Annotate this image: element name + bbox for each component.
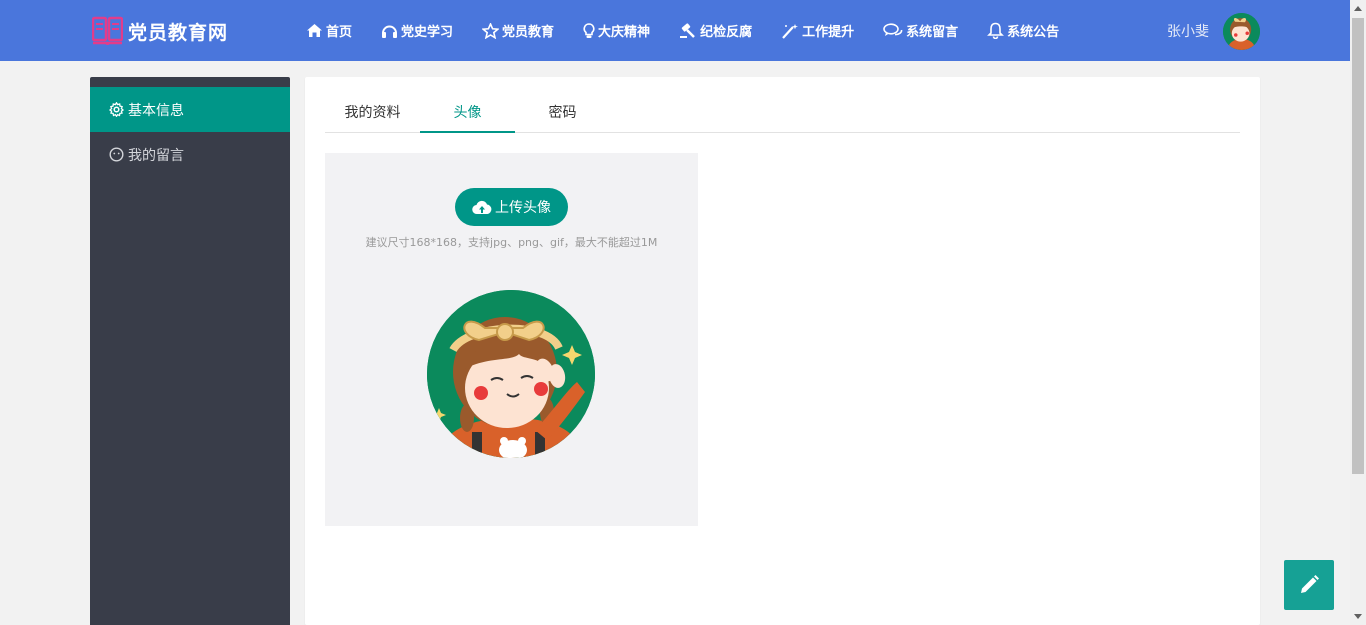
upload-button-label: 上传头像	[495, 200, 551, 216]
site-logo[interactable]: 党员教育网	[92, 16, 228, 46]
tab-my-profile[interactable]: 我的资料	[325, 95, 420, 132]
nav-item-anti-corruption[interactable]: 纪检反腐	[679, 21, 752, 40]
sidebar: 基本信息 我的留言	[90, 77, 290, 625]
nav-label: 首页	[326, 25, 353, 40]
gear-icon	[109, 102, 124, 117]
comments-icon	[883, 23, 903, 36]
sidebar-item-my-messages[interactable]: 我的留言	[90, 132, 290, 177]
star-icon	[482, 22, 500, 39]
user-name: 张小斐	[1167, 24, 1209, 40]
user-menu[interactable]: 张小斐	[1167, 12, 1260, 50]
floating-edit-button[interactable]	[1284, 560, 1334, 610]
top-navbar: 党员教育网 首页 党史学习 党员教育 大庆精神 纪检反腐 工作提升 系统留言 系…	[0, 0, 1350, 61]
bell-icon	[987, 22, 1005, 39]
face-icon	[109, 147, 124, 162]
nav-item-party-history[interactable]: 党史学习	[381, 21, 453, 40]
nav-item-work-improvement[interactable]: 工作提升	[781, 21, 854, 40]
nav-label: 工作提升	[802, 25, 855, 40]
gavel-icon	[680, 22, 695, 38]
nav-item-member-education[interactable]: 党员教育	[482, 21, 554, 40]
nav-item-messages[interactable]: 系统留言	[883, 21, 958, 40]
avatar-illustration-icon	[1223, 12, 1260, 50]
tab-password[interactable]: 密码	[515, 95, 610, 132]
nav-label: 党员教育	[502, 25, 555, 40]
site-title: 党员教育网	[128, 21, 229, 44]
avatar-illustration-icon	[427, 290, 595, 458]
nav-label: 纪检反腐	[700, 25, 753, 40]
book-logo-icon	[92, 16, 123, 45]
sidebar-item-label: 我的留言	[128, 147, 184, 164]
nav-label: 党史学习	[401, 25, 454, 40]
cloud-upload-icon	[472, 200, 492, 214]
magic-wand-icon	[782, 23, 799, 39]
scroll-thumb[interactable]	[1352, 18, 1364, 474]
profile-tabs: 我的资料 头像 密码	[325, 95, 1240, 133]
current-avatar-image	[427, 290, 595, 458]
sidebar-item-label: 基本信息	[128, 102, 184, 119]
nav-label: 系统公告	[1007, 25, 1060, 40]
nav-item-announcements[interactable]: 系统公告	[987, 21, 1059, 40]
home-icon	[307, 24, 322, 37]
lightbulb-icon	[583, 22, 595, 38]
scroll-down-arrow-icon[interactable]	[1350, 608, 1366, 625]
scroll-up-arrow-icon[interactable]	[1350, 0, 1366, 17]
nav-item-daqing-spirit[interactable]: 大庆精神	[583, 21, 650, 40]
main-panel: 我的资料 头像 密码 上传头像 建议尺寸168*168，支持jpg、png、gi…	[305, 77, 1260, 625]
nav-label: 系统留言	[906, 25, 959, 40]
upload-hint: 建议尺寸168*168，支持jpg、png、gif，最大不能超过1M	[365, 236, 658, 249]
avatar-upload-area: 上传头像 建议尺寸168*168，支持jpg、png、gif，最大不能超过1M	[325, 153, 698, 526]
nav-item-home[interactable]: 首页	[306, 21, 352, 40]
headphones-icon	[382, 25, 398, 38]
page-scrollbar[interactable]	[1350, 0, 1366, 625]
pencil-icon	[1301, 575, 1319, 593]
upload-avatar-button[interactable]: 上传头像	[455, 188, 568, 226]
sidebar-item-basic-info[interactable]: 基本信息	[90, 87, 290, 132]
tab-avatar[interactable]: 头像	[420, 95, 515, 133]
nav-label: 大庆精神	[598, 25, 651, 40]
main-nav: 首页 党史学习 党员教育 大庆精神 纪检反腐 工作提升 系统留言 系统公告	[306, 0, 1088, 61]
user-avatar[interactable]	[1223, 12, 1260, 50]
